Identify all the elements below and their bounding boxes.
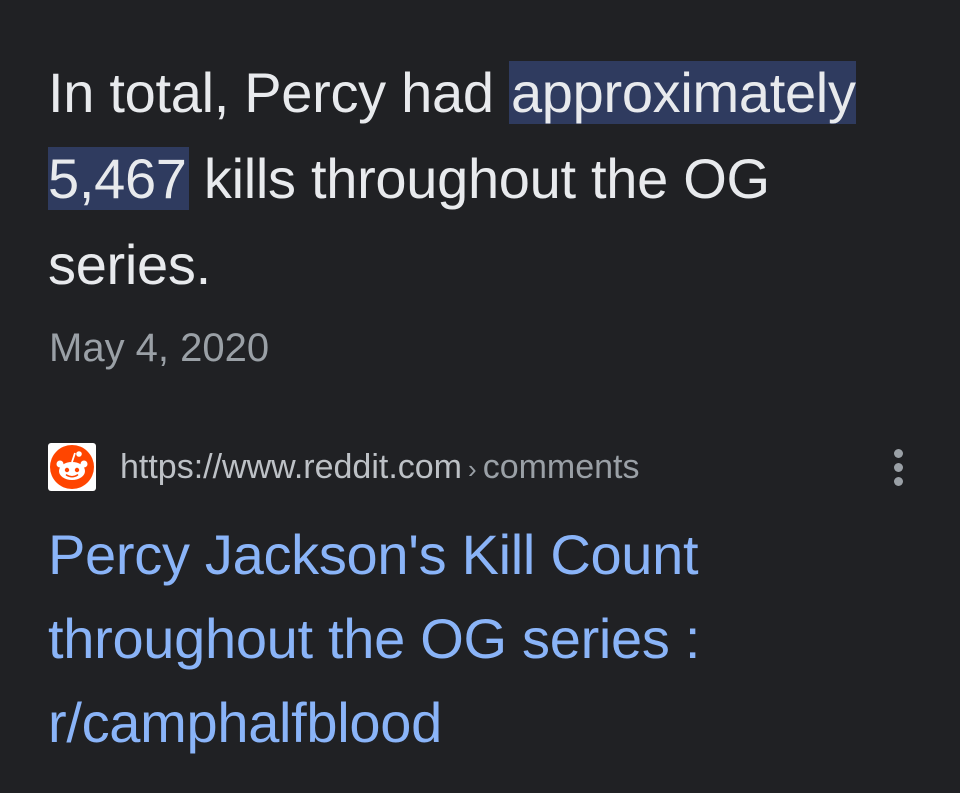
featured-snippet-text: In total, Percy had approximately 5,467 … bbox=[48, 50, 928, 308]
result-title-link[interactable]: Percy Jackson's Kill Count throughout th… bbox=[48, 513, 928, 765]
result-source-row[interactable]: https://www.reddit.com › comments bbox=[48, 440, 918, 494]
snippet-text-before: In total, Percy had bbox=[48, 61, 509, 124]
url-path: comments bbox=[482, 448, 640, 486]
reddit-icon bbox=[48, 443, 96, 491]
more-vert-icon[interactable] bbox=[878, 440, 918, 494]
breadcrumb-separator: › bbox=[468, 454, 477, 484]
url-domain: https://www.reddit.com bbox=[120, 448, 463, 486]
result-url[interactable]: https://www.reddit.com › comments bbox=[120, 445, 640, 491]
snippet-date: May 4, 2020 bbox=[49, 326, 270, 370]
